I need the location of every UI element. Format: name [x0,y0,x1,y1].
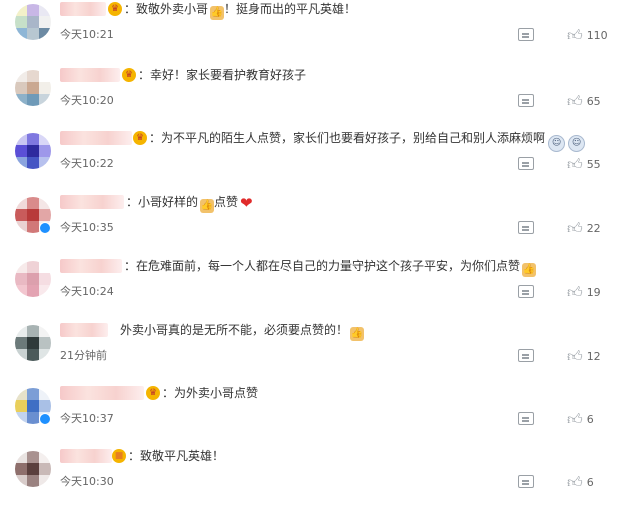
comment-time: 今天10:35 [60,221,114,234]
medal-icon: ■ [112,449,126,463]
like-count: 6 [586,412,594,426]
thumbs-up-icon: 👍︎ [567,218,583,237]
like-button[interactable]: 👍︎ 110 [567,26,608,44]
reply-icon[interactable] [518,475,534,488]
reply-icon[interactable] [518,349,534,362]
comment-item: ：小哥好样的 👍点赞 ❤ 今天10:35 👍︎ 22 [0,193,619,257]
like-button[interactable]: 👍︎ 19 [567,283,601,301]
comment-item: ■ ：致敬平凡英雄！ 今天10:30 👍︎ 6 [0,447,619,511]
username-blurred[interactable] [60,323,108,337]
verified-badge [39,413,51,425]
verified-badge [39,222,51,234]
thumbs-up-emoji-icon: 👍 [200,199,215,213]
username-blurred[interactable] [60,68,120,82]
reply-icon[interactable] [518,94,534,107]
comment-item: ♛ ：致敬外卖小哥 👍！挺身而出的平凡英雄！ 今天10:21 👍︎ 110 [0,0,619,64]
avatar[interactable] [15,70,51,106]
thumbs-up-emoji-icon: 👍 [522,263,537,277]
face-emoji-icon: ☺ [548,135,566,152]
comment-list: ♛ ：致敬外卖小哥 👍！挺身而出的平凡英雄！ 今天10:21 👍︎ 110 ♛ ：… [0,0,619,503]
like-count: 110 [586,28,608,42]
like-count: 6 [586,475,594,489]
comment-text: ：小哥好样的 👍点赞 ❤ [126,194,253,213]
comment-time: 今天10:22 [60,157,114,170]
like-button[interactable]: 👍︎ 65 [567,92,601,110]
like-button[interactable]: 👍︎ 12 [567,347,601,365]
comment-item: ♛ ：为不平凡的陌生人点赞，家长们也要看好孩子，别给自己和别人添麻烦啊 ☺ ☺ 今天… [0,129,619,193]
like-count: 22 [586,221,601,235]
username-blurred[interactable] [60,386,144,400]
heart-icon: ❤ [240,194,253,212]
reply-icon[interactable] [518,412,534,425]
reply-icon[interactable] [518,221,534,234]
comment-text: ：为外卖小哥点赞 [162,386,259,400]
username-blurred[interactable] [60,449,112,463]
avatar[interactable] [15,261,51,297]
username-blurred[interactable] [60,195,124,209]
like-count: 55 [586,157,601,171]
thumbs-up-icon: 👍︎ [567,409,583,428]
avatar[interactable] [15,4,51,40]
like-button[interactable]: 👍︎ 22 [567,219,601,237]
comment-item: ：在危难面前，每一个人都在尽自己的力量守护这个孩子平安，为你们点赞 👍 今天10:… [0,257,619,321]
like-button[interactable]: 👍︎ 55 [567,155,601,173]
reply-icon[interactable] [518,285,534,298]
username-blurred[interactable] [60,259,122,273]
comment-time: 今天10:24 [60,285,114,298]
reply-icon[interactable] [518,28,534,41]
comment-text: ：幸好！家长要看护教育好孩子 [138,68,307,82]
comment-text: ：在危难面前，每一个人都在尽自己的力量守护这个孩子平安，为你们点赞 👍 [124,259,537,277]
comment-item: 外卖小哥真的是无所不能，必须要点赞的！ 👍 21分钟前 👍︎ 12 [0,321,619,385]
thumbs-up-icon: 👍︎ [567,25,583,44]
avatar[interactable] [15,451,51,487]
comment-item: ♛ ：幸好！家长要看护教育好孩子 今天10:20 👍︎ 65 [0,66,619,130]
thumbs-up-emoji-icon: 👍 [210,6,225,20]
medal-icon: ♛ [108,2,122,16]
reply-icon[interactable] [518,157,534,170]
comment-text: 外卖小哥真的是无所不能，必须要点赞的！ 👍 [120,323,365,341]
thumbs-up-icon: 👍︎ [567,282,583,301]
comment-time: 今天10:21 [60,28,114,41]
comment-time: 今天10:37 [60,412,114,425]
comment-text: ：为不平凡的陌生人点赞，家长们也要看好孩子，别给自己和别人添麻烦啊 ☺ ☺ [149,130,586,152]
comment-text: ：致敬外卖小哥 👍！挺身而出的平凡英雄！ [124,2,357,20]
medal-icon: ♛ [122,68,136,82]
thumbs-up-icon: 👍︎ [567,472,583,491]
like-count: 65 [586,94,601,108]
comment-time: 今天10:20 [60,94,114,107]
like-button[interactable]: 👍︎ 6 [567,473,594,491]
avatar[interactable] [15,133,51,169]
avatar[interactable] [15,325,51,361]
medal-icon: ♛ [146,386,160,400]
thumbs-up-icon: 👍︎ [567,91,583,110]
thumbs-up-icon: 👍︎ [567,154,583,173]
like-count: 12 [586,349,601,363]
comment-text: ：致敬平凡英雄！ [128,449,225,463]
comment-item: ♛ ：为外卖小哥点赞 今天10:37 👍︎ 6 [0,384,619,448]
thumbs-up-emoji-icon: 👍 [350,327,365,341]
like-count: 19 [586,285,601,299]
face-emoji-icon: ☺ [568,135,586,152]
like-button[interactable]: 👍︎ 6 [567,410,594,428]
comment-time: 21分钟前 [60,349,107,362]
comment-time: 今天10:30 [60,475,114,488]
medal-icon: ♛ [133,131,147,145]
username-blurred[interactable] [60,2,106,16]
thumbs-up-icon: 👍︎ [567,346,583,365]
username-blurred[interactable] [60,131,132,145]
